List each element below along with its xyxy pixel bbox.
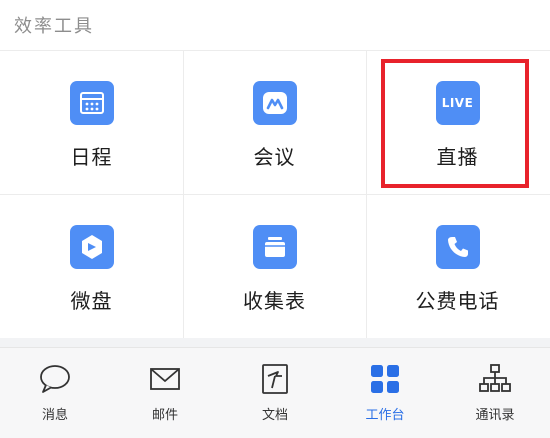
- tab-messages[interactable]: 消息: [0, 348, 110, 438]
- efficiency-tools-section: 效率工具 日程 会议 LIVE 直播 微盘 收集表 公费电话: [0, 0, 550, 338]
- message-icon: [40, 365, 70, 393]
- tab-label: 工作台: [365, 408, 405, 423]
- tab-label: 文档: [261, 408, 288, 423]
- calendar-icon: [69, 81, 114, 125]
- document-icon: [262, 364, 288, 394]
- tool-calendar[interactable]: 日程: [0, 51, 183, 194]
- tool-drive[interactable]: 微盘: [0, 195, 183, 338]
- meeting-icon: [252, 81, 297, 125]
- workbench-icon: [371, 365, 399, 393]
- tool-form-collect[interactable]: 收集表: [183, 195, 366, 338]
- tool-label: 日程: [70, 145, 113, 169]
- tab-documents[interactable]: 文档: [220, 348, 330, 438]
- phone-icon: [435, 225, 480, 269]
- tool-label: 会议: [253, 145, 296, 169]
- tool-label: 微盘: [70, 289, 113, 313]
- form-collect-icon: [252, 225, 297, 269]
- tab-label: 通讯录: [475, 408, 515, 423]
- highlight-box: [381, 59, 529, 188]
- tool-label: 公费电话: [415, 289, 500, 313]
- tab-mail[interactable]: 邮件: [110, 348, 220, 438]
- drive-icon: [69, 225, 114, 269]
- tool-label: 收集表: [243, 289, 306, 313]
- section-title: 效率工具: [14, 16, 94, 37]
- bottom-tab-bar: 消息 邮件 文档 工作台 通讯录: [0, 347, 550, 438]
- tool-meeting[interactable]: 会议: [183, 51, 366, 194]
- tab-label: 邮件: [151, 408, 178, 423]
- tab-contacts[interactable]: 通讯录: [440, 348, 550, 438]
- tab-label: 消息: [41, 408, 68, 423]
- tab-workbench[interactable]: 工作台: [330, 348, 440, 438]
- tool-phone[interactable]: 公费电话: [366, 195, 549, 338]
- mail-icon: [150, 368, 180, 390]
- contacts-icon: [479, 364, 511, 392]
